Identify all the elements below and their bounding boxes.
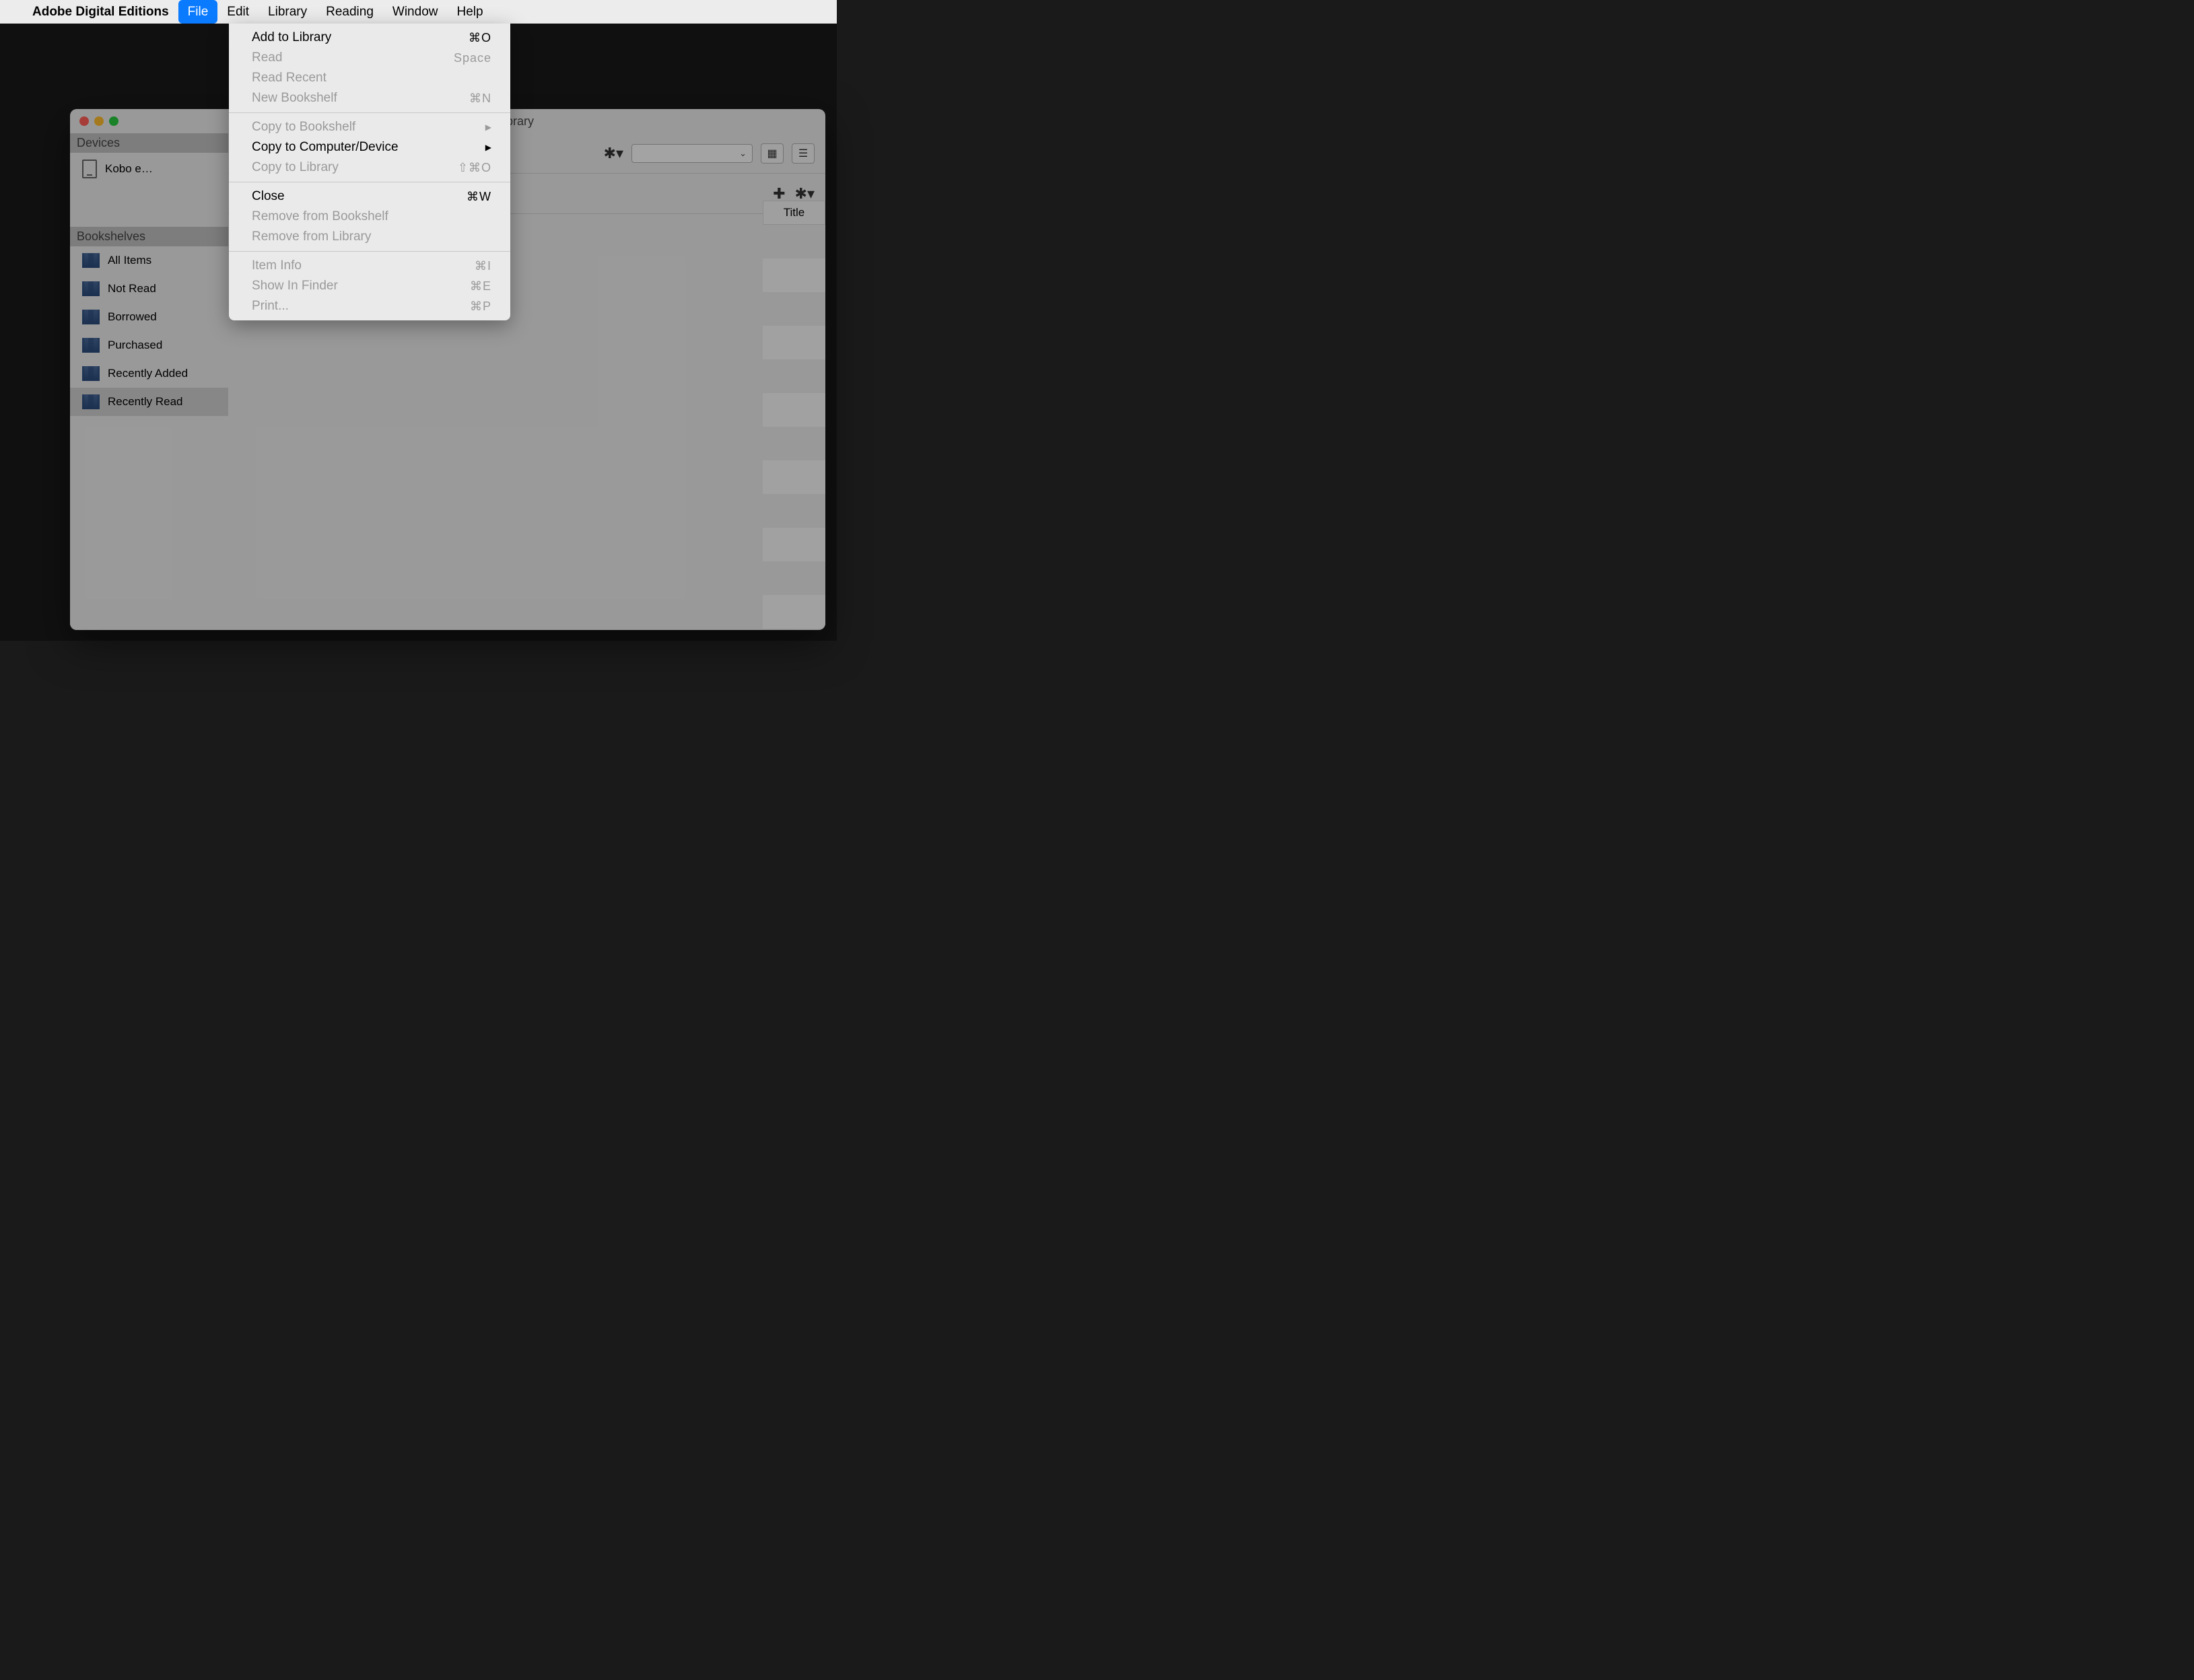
minimize-window-button[interactable] xyxy=(94,116,104,126)
menu-item-label: Remove from Library xyxy=(252,230,371,244)
submenu-arrow-icon: ▶ xyxy=(485,123,491,132)
list-icon: ☰ xyxy=(798,147,808,160)
sidebar-item-label: Recently Added xyxy=(108,367,188,380)
menu-item-label: New Bookshelf xyxy=(252,91,337,106)
sidebar-shelf-borrowed[interactable]: Borrowed xyxy=(70,303,228,331)
sidebar-item-label: Borrowed xyxy=(108,310,157,324)
table-body xyxy=(763,225,825,630)
table-row[interactable] xyxy=(763,258,825,292)
bookshelf-icon xyxy=(82,366,100,381)
maximize-window-button[interactable] xyxy=(109,116,118,126)
menu-item-shortcut: ⌘N xyxy=(469,92,491,106)
file-menu-dropdown: Add to Library ⌘O Read Space Read Recent N… xyxy=(229,24,510,320)
sidebar-shelf-all-items[interactable]: All Items xyxy=(70,246,228,275)
menu-library[interactable]: Library xyxy=(259,0,316,24)
menu-item-label: Print... xyxy=(252,299,289,314)
bookshelf-icon xyxy=(82,253,100,268)
close-window-button[interactable] xyxy=(79,116,89,126)
app-menu[interactable]: Adobe Digital Editions xyxy=(32,0,178,24)
menu-item-shortcut: Space xyxy=(454,51,491,65)
menu-item-label: Item Info xyxy=(252,258,302,273)
table-row[interactable] xyxy=(763,225,825,258)
table-header: Title xyxy=(763,201,825,225)
sidebar-item-label: Recently Read xyxy=(108,395,183,409)
bookshelf-icon xyxy=(82,338,100,353)
menu-item-label: Remove from Bookshelf xyxy=(252,209,388,224)
table-row[interactable] xyxy=(763,561,825,595)
sidebar-shelf-recently-added[interactable]: Recently Added xyxy=(70,359,228,388)
menu-read-recent: Read Recent xyxy=(229,68,510,88)
table-row[interactable] xyxy=(763,595,825,629)
menu-item-label: Read Recent xyxy=(252,71,327,85)
sidebar-shelf-recently-read[interactable]: Recently Read xyxy=(70,388,228,416)
sidebar-item-label: Purchased xyxy=(108,339,162,352)
menu-close[interactable]: Close ⌘W xyxy=(229,186,510,207)
menu-file[interactable]: File xyxy=(178,0,218,24)
menu-remove-from-bookshelf: Remove from Bookshelf xyxy=(229,207,510,227)
menu-separator xyxy=(229,251,510,252)
table-row[interactable] xyxy=(763,494,825,528)
menu-read: Read Space xyxy=(229,48,510,68)
sidebar-shelf-purchased[interactable]: Purchased xyxy=(70,331,228,359)
gear-icon[interactable]: ✱▾ xyxy=(795,185,815,203)
menu-item-label: Show In Finder xyxy=(252,279,338,293)
menu-separator xyxy=(229,112,510,113)
bookshelf-icon xyxy=(82,281,100,296)
menu-item-label: Copy to Computer/Device xyxy=(252,140,399,155)
menu-add-to-library[interactable]: Add to Library ⌘O xyxy=(229,28,510,48)
sidebar: Devices Kobo e… Bookshelves All Items No… xyxy=(70,133,228,630)
list-view-button[interactable]: ☰ xyxy=(792,143,815,164)
sidebar-item-label: Kobo e… xyxy=(105,162,153,176)
menu-item-label: Read xyxy=(252,50,282,65)
table-row[interactable] xyxy=(763,528,825,561)
devices-section-header: Devices xyxy=(70,133,228,153)
menu-copy-to-computer-device[interactable]: Copy to Computer/Device ▶ xyxy=(229,137,510,158)
gear-icon[interactable]: ✱▾ xyxy=(604,145,623,162)
table-row[interactable] xyxy=(763,393,825,427)
menu-item-shortcut: ⌘O xyxy=(469,31,491,45)
menu-remove-from-library: Remove from Library xyxy=(229,227,510,247)
sidebar-device-item[interactable]: Kobo e… xyxy=(70,153,228,185)
menu-item-label: Add to Library xyxy=(252,30,331,45)
bookshelves-section-header: Bookshelves xyxy=(70,227,228,246)
grid-icon: ▦ xyxy=(767,147,777,160)
menu-item-label: Copy to Bookshelf xyxy=(252,120,355,135)
menu-item-shortcut: ⌘P xyxy=(470,300,491,314)
menu-help[interactable]: Help xyxy=(447,0,492,24)
column-header-title[interactable]: Title xyxy=(784,206,805,219)
menu-item-shortcut: ⌘I xyxy=(475,259,491,273)
bookshelf-icon xyxy=(82,310,100,324)
menu-copy-to-bookshelf: Copy to Bookshelf ▶ xyxy=(229,117,510,137)
ereader-icon xyxy=(82,160,97,178)
menu-new-bookshelf: New Bookshelf ⌘N xyxy=(229,88,510,108)
table-row[interactable] xyxy=(763,359,825,393)
plus-icon[interactable]: ✚ xyxy=(773,185,785,203)
sidebar-shelf-not-read[interactable]: Not Read xyxy=(70,275,228,303)
menu-item-shortcut: ⌘W xyxy=(467,190,491,204)
table-row[interactable] xyxy=(763,326,825,359)
menu-item-shortcut: ⇧⌘O xyxy=(458,161,491,175)
sidebar-item-label: Not Read xyxy=(108,282,156,295)
menu-item-label: Copy to Library xyxy=(252,160,339,175)
menu-reading[interactable]: Reading xyxy=(316,0,383,24)
menu-copy-to-library: Copy to Library ⇧⌘O xyxy=(229,158,510,178)
sidebar-item-label: All Items xyxy=(108,254,151,267)
table-row[interactable] xyxy=(763,292,825,326)
menu-print: Print... ⌘P xyxy=(229,296,510,316)
grid-view-button[interactable]: ▦ xyxy=(761,143,784,164)
chevron-down-icon: ⌄ xyxy=(739,148,747,159)
submenu-arrow-icon: ▶ xyxy=(485,143,491,152)
table-row[interactable] xyxy=(763,427,825,460)
menu-item-label: Close xyxy=(252,189,285,204)
menu-item-info: Item Info ⌘I xyxy=(229,256,510,276)
menu-edit[interactable]: Edit xyxy=(217,0,259,24)
sort-select[interactable]: ⌄ xyxy=(631,144,753,163)
menu-show-in-finder: Show In Finder ⌘E xyxy=(229,276,510,296)
menu-window[interactable]: Window xyxy=(383,0,448,24)
menu-item-shortcut: ⌘E xyxy=(470,279,491,293)
traffic-lights xyxy=(79,116,118,126)
table-row[interactable] xyxy=(763,460,825,494)
menubar: Adobe Digital Editions File Edit Library… xyxy=(0,0,837,24)
bookshelf-icon xyxy=(82,394,100,409)
